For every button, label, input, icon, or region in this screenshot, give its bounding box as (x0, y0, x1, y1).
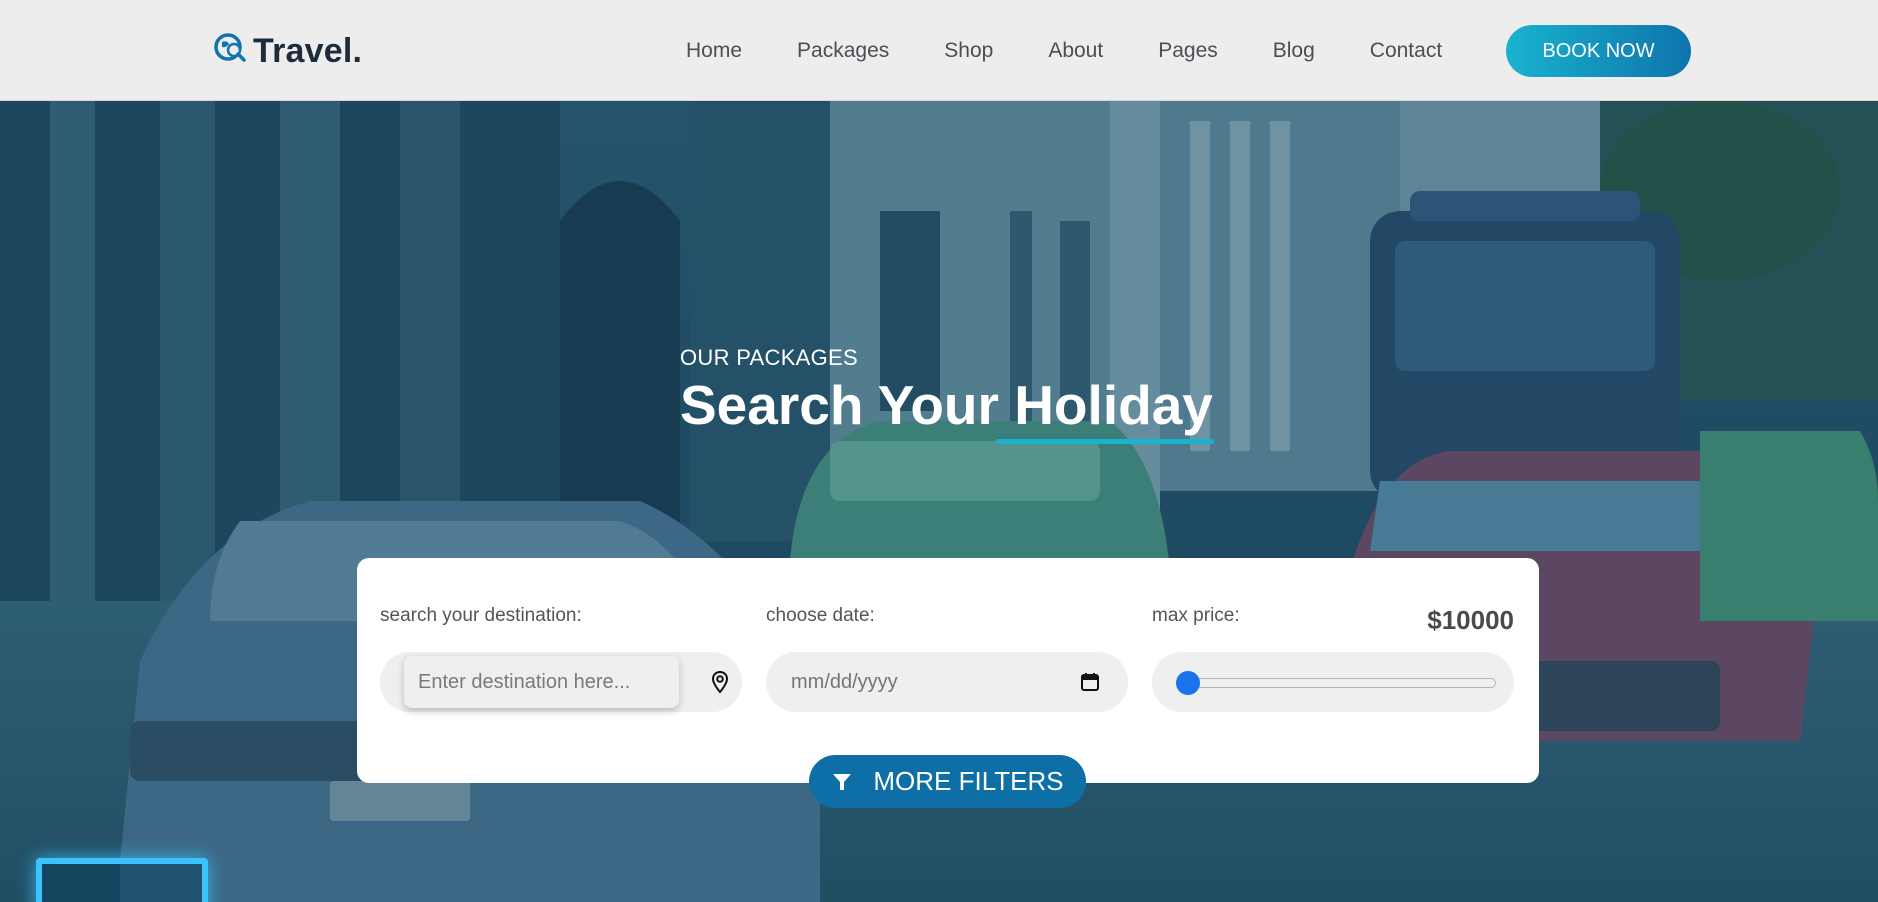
site-header: Travel. Home Packages Shop About Pages B… (0, 0, 1878, 101)
location-pin-icon[interactable] (708, 670, 732, 694)
hero-heading-block: OUR PACKAGES Search Your Holiday (680, 345, 1214, 444)
filter-icon (833, 773, 852, 790)
calendar-icon[interactable] (1080, 672, 1100, 692)
price-value: $10000 (1427, 605, 1514, 635)
search-card: search your destination: choose date: ma… (357, 558, 1539, 783)
logo[interactable]: Travel. (213, 28, 362, 74)
price-pill (1152, 652, 1514, 712)
destination-pill (380, 652, 742, 712)
nav-packages[interactable]: Packages (797, 39, 889, 63)
nav-blog[interactable]: Blog (1273, 39, 1315, 63)
date-label: choose date: (766, 605, 875, 626)
logo-text: Travel (253, 31, 353, 70)
globe-search-icon (214, 33, 246, 62)
nav-contact[interactable]: Contact (1370, 39, 1442, 63)
destination-label: search your destination: (380, 605, 582, 626)
nav-pages[interactable]: Pages (1158, 39, 1218, 63)
floating-widget[interactable] (36, 858, 208, 902)
price-field: max price: $10000 (1152, 605, 1514, 635)
more-filters-button[interactable]: MORE FILTERS (809, 755, 1086, 808)
book-now-button[interactable]: BOOK NOW (1506, 25, 1691, 77)
nav-shop[interactable]: Shop (944, 39, 993, 63)
title-underline (996, 439, 1214, 444)
hero-title-text: Search Your Holiday (680, 374, 1213, 436)
destination-field: search your destination: (380, 605, 742, 627)
price-slider-track[interactable] (1186, 678, 1496, 688)
hero-title: Search Your Holiday (680, 374, 1214, 444)
date-field: choose date: (766, 605, 1128, 627)
main-nav: Home Packages Shop About Pages Blog Cont… (686, 0, 1442, 101)
date-pill (766, 652, 1128, 712)
destination-input[interactable] (404, 656, 679, 708)
logo-dot: . (352, 31, 363, 70)
nav-home[interactable]: Home (686, 39, 742, 63)
date-input[interactable] (766, 652, 1128, 712)
nav-about[interactable]: About (1048, 39, 1103, 63)
more-filters-label: MORE FILTERS (873, 766, 1064, 796)
price-slider-thumb[interactable] (1176, 671, 1200, 695)
hero-kicker: OUR PACKAGES (680, 345, 859, 370)
